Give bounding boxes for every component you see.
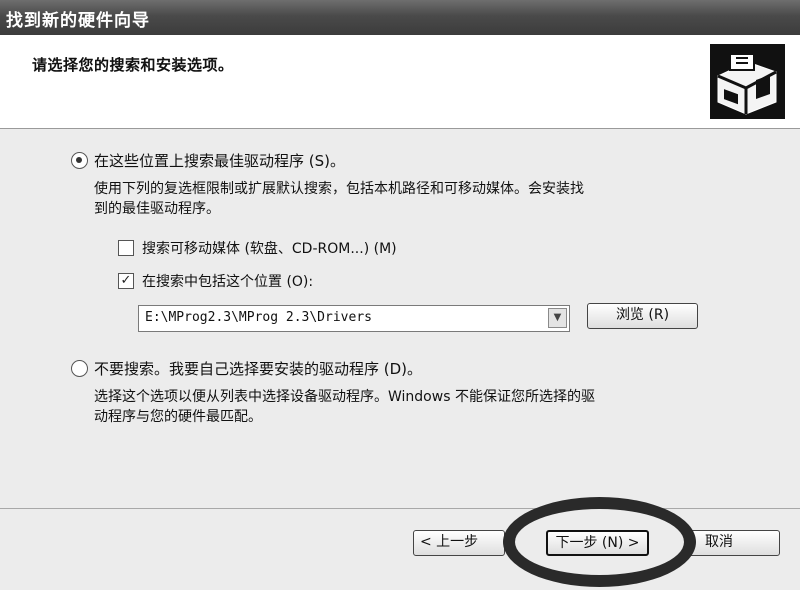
search-option-description-line2: 到的最佳驱动程序。 bbox=[94, 201, 220, 217]
title-bar: 找到新的硬件向导 bbox=[0, 0, 800, 35]
include-location-checkbox[interactable]: ✓ bbox=[118, 273, 134, 289]
manual-option-radio[interactable] bbox=[71, 360, 88, 377]
manual-option-description-line1: 选择这个选项以便从列表中选择设备驱动程序。Windows 不能保证您所选择的驱 bbox=[94, 389, 595, 405]
next-button[interactable]: 下一步 (N) > bbox=[546, 530, 649, 556]
hardware-wizard-icon bbox=[710, 44, 785, 119]
header-heading: 请选择您的搜索和安装选项。 bbox=[32, 56, 234, 74]
location-value: E:\MProg2.3\MProg 2.3\Drivers bbox=[145, 310, 372, 325]
cancel-button[interactable]: 取消 bbox=[686, 530, 780, 556]
search-option-label[interactable]: 在这些位置上搜索最佳驱动程序 (S)。 bbox=[94, 150, 345, 171]
button-bar bbox=[0, 509, 800, 590]
manual-option-label[interactable]: 不要搜索。我要自己选择要安装的驱动程序 (D)。 bbox=[94, 358, 422, 379]
location-combobox[interactable]: E:\MProg2.3\MProg 2.3\Drivers ▼ bbox=[138, 305, 570, 332]
search-option-description-line1: 使用下列的复选框限制或扩展默认搜索，包括本机路径和可移动媒体。会安装找 bbox=[94, 181, 584, 197]
browse-button[interactable]: 浏览 (R) bbox=[587, 303, 698, 329]
manual-option-description-line2: 动程序与您的硬件最匹配。 bbox=[94, 409, 262, 425]
search-option-radio[interactable] bbox=[71, 152, 88, 169]
include-location-label[interactable]: 在搜索中包括这个位置 (O): bbox=[142, 271, 313, 291]
window-title: 找到新的硬件向导 bbox=[6, 11, 150, 31]
chevron-down-icon[interactable]: ▼ bbox=[548, 308, 567, 328]
removable-media-checkbox[interactable] bbox=[118, 240, 134, 256]
wizard-header: 请选择您的搜索和安装选项。 bbox=[0, 35, 800, 129]
removable-media-label[interactable]: 搜索可移动媒体 (软盘、CD-ROM...) (M) bbox=[142, 238, 397, 258]
back-button[interactable]: < 上一步 bbox=[413, 530, 505, 556]
